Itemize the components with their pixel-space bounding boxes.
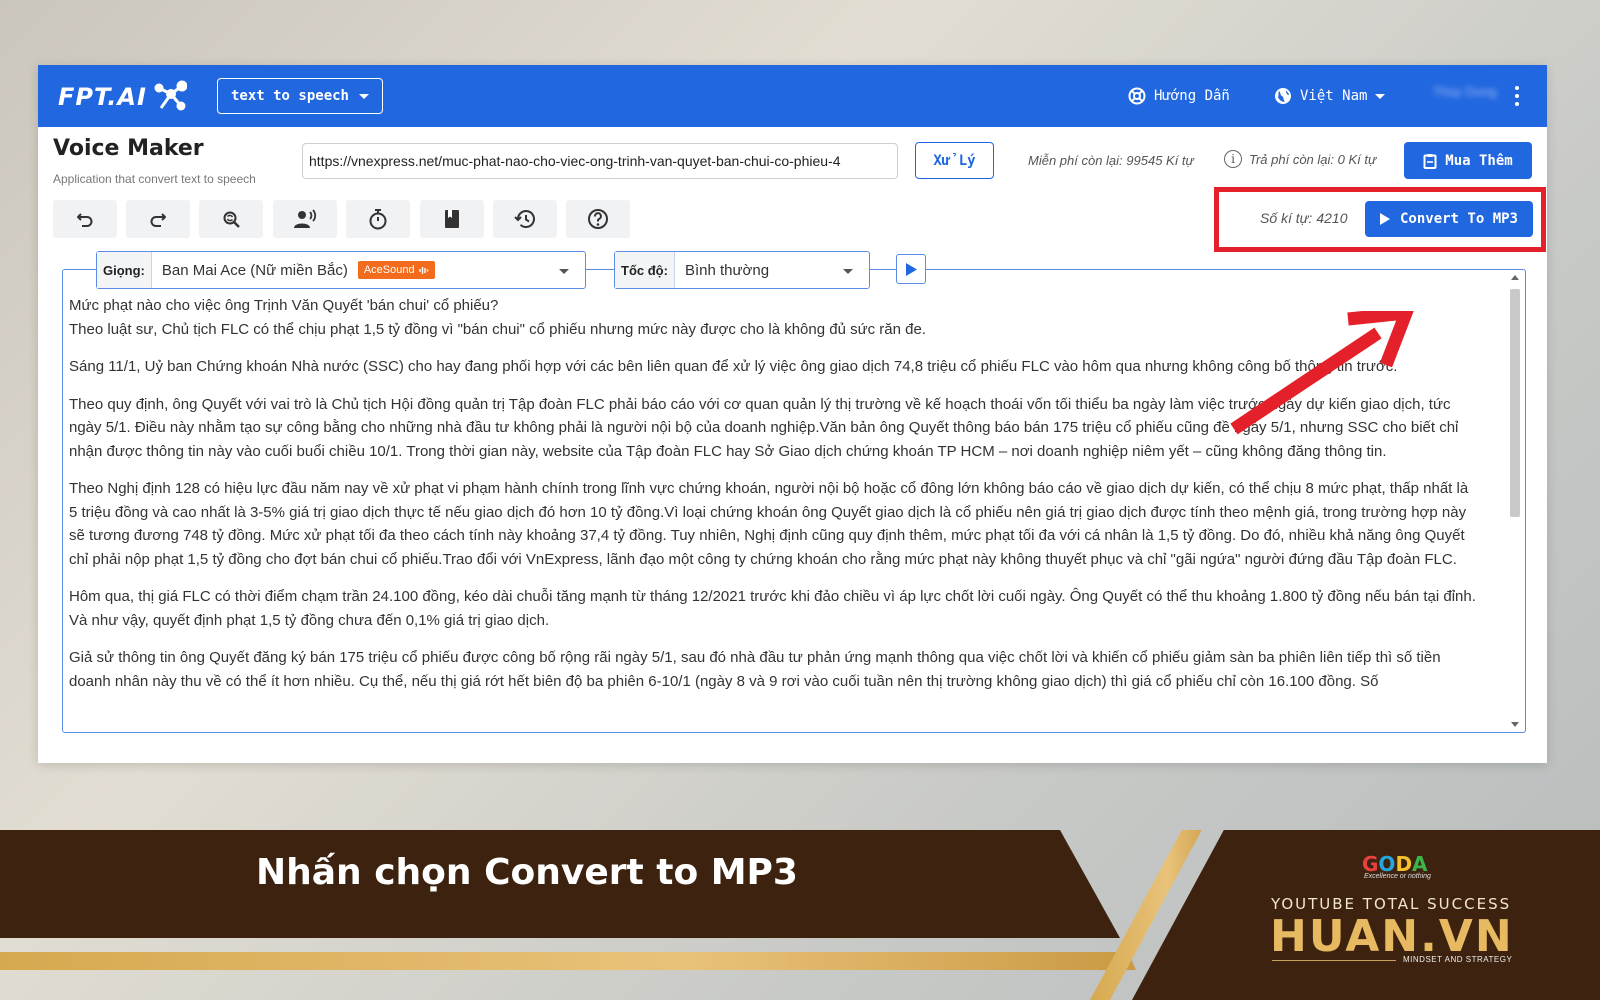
history-icon [514,210,535,228]
editor-scrollbar[interactable] [1508,275,1522,727]
red-arrow-annotation [1230,311,1414,435]
free-quota-text: Miễn phí còn lại: 99545 Kí tự [1028,153,1194,168]
banner-caption: Nhấn chọn Convert to MP3 [256,852,798,893]
undo-button[interactable] [53,200,117,238]
chevron-down-icon [843,269,853,274]
play-icon [905,262,917,276]
brand-divider [1272,960,1396,961]
molecule-logo-icon [154,80,187,111]
speed-value: Bình thường [684,261,770,279]
voice-speaker-icon [294,209,317,228]
search-replace-icon [223,211,240,228]
info-icon[interactable]: i [1224,150,1242,168]
chevron-down-icon [359,93,369,99]
help-icon [588,209,608,229]
buy-more-button[interactable]: Mua Thêm [1404,142,1532,179]
logo-text: FPT.AI [58,83,147,111]
chevron-down-icon [1375,93,1386,99]
mode-dropdown[interactable]: text to speech [217,78,383,114]
scroll-thumb[interactable] [1510,289,1520,517]
undo-icon [77,213,93,227]
history-button[interactable] [493,200,557,238]
process-button[interactable]: Xử Lý [915,142,994,179]
timer-icon [369,209,387,230]
fpt-ai-logo[interactable]: FPT.AI [58,75,188,119]
top-navbar: FPT.AI text to speech Hướng Dẫn Việt Nam… [38,65,1547,127]
bookmark-icon [445,210,459,228]
user-name[interactable]: Thùy Dung [1433,84,1503,108]
acesound-badge: AceSound [357,261,435,279]
voice-select[interactable]: Ban Mai Ace (Nữ miền Bắc) AceSound [152,252,585,288]
goda-tagline: Excellence or nothing [1364,873,1431,880]
text-paragraph: Hôm qua, thị giá FLC có thời điểm chạm t… [69,588,1476,629]
speed-selector[interactable]: Tốc độ: Bình thường [614,251,870,289]
redo-icon [150,213,166,227]
mindset-tagline: MINDSET AND STRATEGY [1403,955,1513,964]
find-replace-button[interactable] [199,200,263,238]
mode-dropdown-label: text to speech [230,88,349,104]
guide-label: Hướng Dẫn [1154,88,1230,104]
paid-quota: i Trả phí còn lại: 0 Kí tự [1224,150,1376,168]
voice-button[interactable] [273,200,337,238]
text-paragraph: Giả sử thông tin ông Quyết đăng ký bán 1… [69,649,1441,690]
buy-more-label: Mua Thêm [1445,152,1513,169]
language-dropdown[interactable]: Việt Nam [1274,83,1386,109]
clipboard-icon [1423,153,1437,169]
scroll-down-icon[interactable] [1511,722,1519,727]
preview-play-button[interactable] [896,254,926,284]
voice-label: Giọng: [97,252,152,288]
page-title: Voice Maker [53,136,204,161]
voice-maker-app: FPT.AI text to speech Hướng Dẫn Việt Nam… [38,65,1547,763]
highlight-box [1214,187,1546,252]
bookmark-button[interactable] [420,200,484,238]
acesound-label: AceSound [363,264,415,276]
guide-link[interactable]: Hướng Dẫn [1128,83,1230,109]
paid-quota-text: Trả phí còn lại: 0 Kí tự [1249,151,1377,167]
help-button[interactable] [566,200,630,238]
voice-value: Ban Mai Ace (Nữ miền Bắc) [161,261,348,279]
chevron-down-icon [559,269,569,274]
url-input[interactable] [302,143,898,179]
speed-label: Tốc độ: [615,252,675,288]
soundwave-icon [418,266,428,274]
language-label: Việt Nam [1300,88,1368,104]
scroll-up-icon[interactable] [1511,275,1519,280]
more-menu-icon[interactable] [1512,83,1522,109]
page-subtitle: Application that convert text to speech [53,172,256,186]
voice-selector[interactable]: Giọng: Ban Mai Ace (Nữ miền Bắc) AceSoun… [96,251,586,289]
speed-select[interactable]: Bình thường [675,252,869,288]
globe-icon [1275,88,1291,104]
lifebuoy-icon [1128,87,1146,105]
redo-button[interactable] [126,200,190,238]
timer-button[interactable] [346,200,410,238]
text-paragraph: Theo Nghị định 128 có hiệu lực đầu năm n… [69,480,1469,568]
